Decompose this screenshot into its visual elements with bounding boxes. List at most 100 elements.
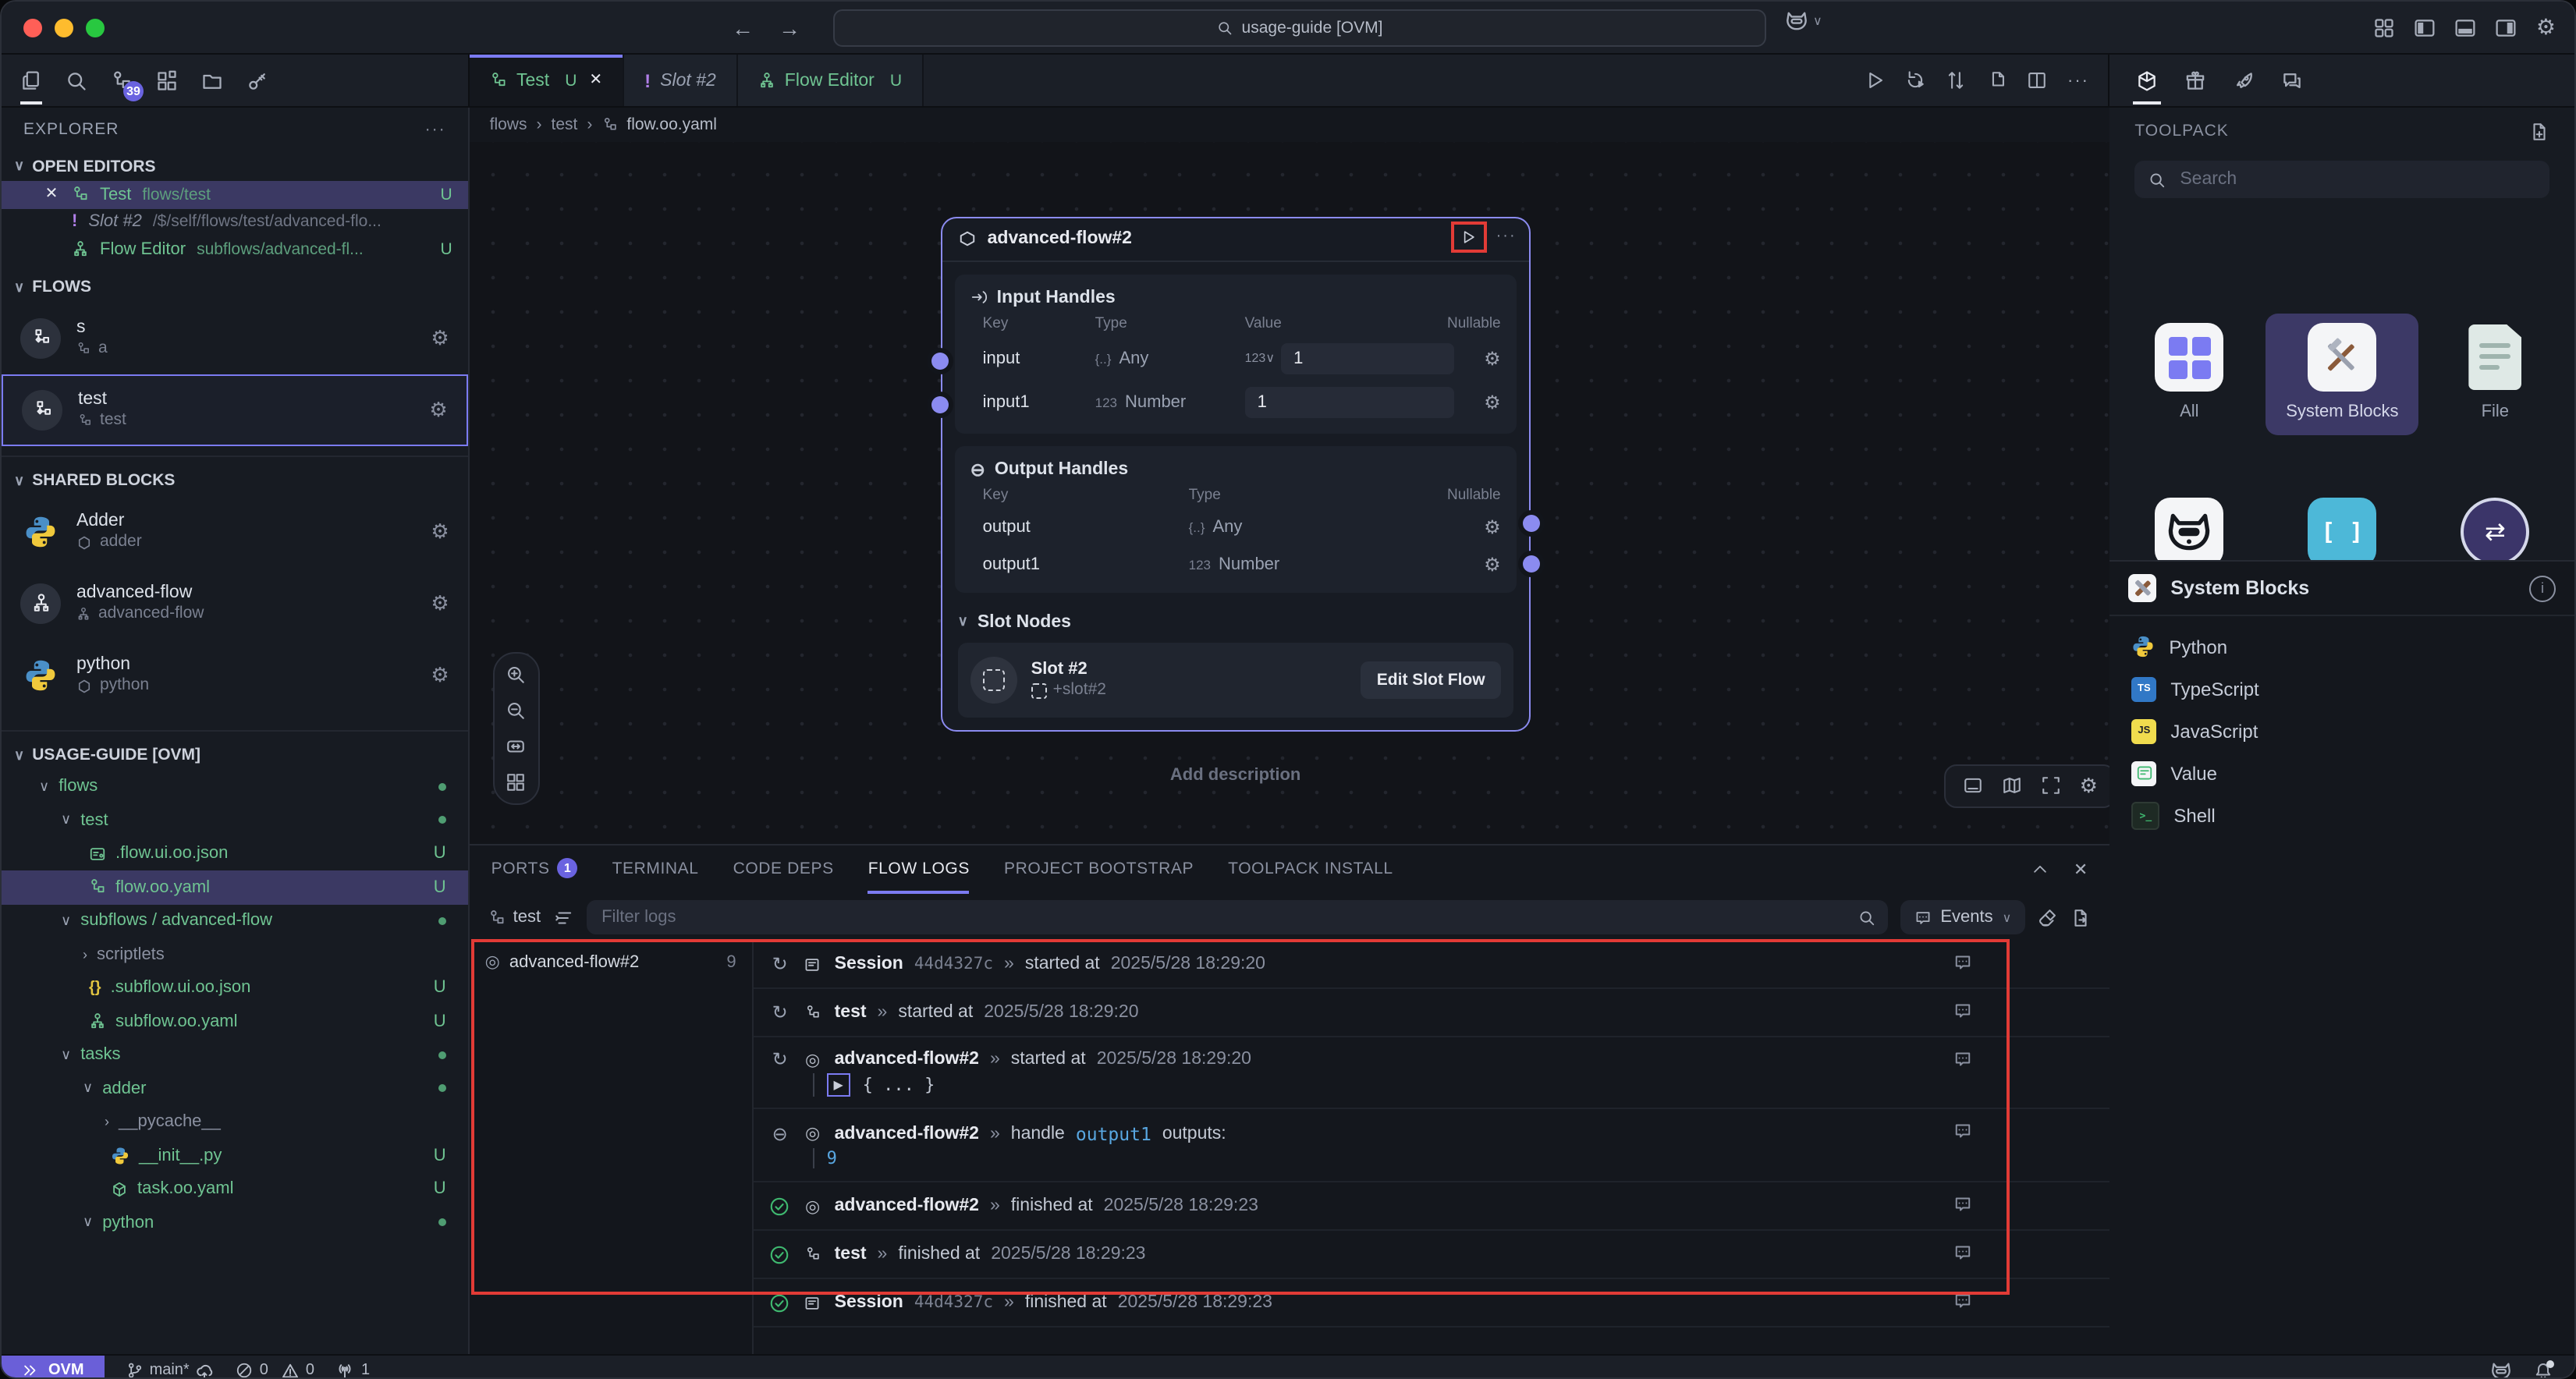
compare-icon[interactable] <box>1946 70 1966 90</box>
run-node-icon[interactable] <box>1461 229 1477 245</box>
input-handle-dot[interactable] <box>931 353 949 370</box>
block-javascript[interactable]: JS JavaScript <box>2109 710 2574 752</box>
expand-icon[interactable]: ▶ <box>827 1074 850 1097</box>
tree-folder-test[interactable]: ∨test <box>2 803 468 837</box>
breadcrumb[interactable]: flows› test› flow.oo.yaml <box>470 108 2110 142</box>
tree-folder-python[interactable]: ∨python <box>2 1206 468 1239</box>
tree-folder-scriptlets[interactable]: ›scriptlets <box>2 938 468 971</box>
log-row[interactable]: test » finished at 2025/5/28 18:29:23 <box>754 1232 2110 1280</box>
gear-icon[interactable]: ⚙ <box>431 325 449 350</box>
toolpack-search-input[interactable] <box>2177 168 2535 190</box>
tree-file-subflow-yaml[interactable]: subflow.oo.yamlU <box>2 1005 468 1038</box>
close-icon[interactable]: ✕ <box>42 186 61 204</box>
log-group-row[interactable]: ◎ advanced-flow#2 9 <box>470 952 752 973</box>
log-scope[interactable]: test <box>488 909 541 927</box>
maximize-panel-icon[interactable] <box>2031 862 2049 879</box>
panel-tab-code-deps[interactable]: CODE DEPS <box>733 846 834 895</box>
shared-block-advanced-flow[interactable]: advanced-flow advanced-flow ⚙ <box>2 567 468 639</box>
toggle-panel-icon[interactable] <box>1963 776 1983 796</box>
explorer-activity-icon[interactable] <box>20 69 42 91</box>
shared-block-python[interactable]: python python ⚙ <box>2 639 468 711</box>
comment-icon[interactable] <box>1953 1244 1972 1263</box>
edit-slot-flow-button[interactable]: Edit Slot Flow <box>1361 661 1501 699</box>
panel-tab-toolpack-install[interactable]: TOOLPACK INSTALL <box>1228 846 1393 895</box>
events-dropdown[interactable]: Events ∨ <box>1900 901 2025 935</box>
blocks-activity-icon[interactable] <box>156 69 178 91</box>
open-editor-test[interactable]: ✕ Test flows/test U <box>2 181 468 208</box>
chevron-down-icon[interactable]: ∨ <box>958 614 968 631</box>
value-input[interactable]: 1 <box>1245 387 1454 418</box>
block-shell[interactable]: >_ Shell <box>2109 794 2574 836</box>
gear-icon[interactable]: ⚙ <box>1454 516 1501 538</box>
minimize-window-icon[interactable] <box>55 19 73 37</box>
flows-header[interactable]: ∨ FLOWS <box>2 272 468 302</box>
toggle-panel-icon[interactable] <box>2455 16 2477 38</box>
rerun-icon[interactable] <box>1905 70 1925 90</box>
run-flow-icon[interactable] <box>1865 70 1885 90</box>
project-header[interactable]: ∨ USAGE-GUIDE [OVM] <box>2 740 468 770</box>
tab-test[interactable]: Test U ✕ <box>470 55 624 106</box>
category-all[interactable]: All <box>2113 323 2266 423</box>
tree-folder-flows[interactable]: ∨flows <box>2 770 468 803</box>
gear-icon[interactable]: ⚙ <box>2080 774 2098 799</box>
fox-icon[interactable] <box>2490 1361 2512 1379</box>
gear-icon[interactable]: ⚙ <box>429 397 447 422</box>
close-window-icon[interactable] <box>23 19 42 37</box>
comment-icon[interactable] <box>1953 1196 1972 1214</box>
flow-card-test[interactable]: test test ⚙ <box>2 374 468 445</box>
block-python[interactable]: Python <box>2109 626 2574 668</box>
rocket-icon[interactable] <box>2233 69 2255 91</box>
folder-activity-icon[interactable] <box>201 69 223 91</box>
fit-view-icon[interactable] <box>506 736 527 757</box>
auto-layout-icon[interactable] <box>506 772 527 792</box>
comment-icon[interactable] <box>1953 1051 1972 1069</box>
input-handle-dot[interactable] <box>931 396 949 413</box>
value-input[interactable]: 1 <box>1281 343 1454 374</box>
clear-logs-icon[interactable] <box>2038 908 2058 928</box>
notifications-bell-icon[interactable] <box>2534 1361 2553 1379</box>
tree-file-task-yaml[interactable]: task.oo.yamlU <box>2 1172 468 1206</box>
node-advanced-flow-2[interactable]: advanced-flow#2 ··· <box>941 217 1531 732</box>
shared-block-adder[interactable]: Adder adder ⚙ <box>2 495 468 567</box>
tree-file-init-py[interactable]: __init__.pyU <box>2 1139 468 1172</box>
panel-tab-project-bootstrap[interactable]: PROJECT BOOTSTRAP <box>1004 846 1194 895</box>
chat-icon[interactable] <box>2281 69 2303 91</box>
open-editor-slot-2[interactable]: · ! Slot #2 /$/self/flows/test/advanced-… <box>2 208 468 236</box>
command-center[interactable]: usage-guide [OVM] <box>833 9 1766 47</box>
macos-traffic-lights[interactable] <box>23 19 105 37</box>
fullscreen-icon[interactable] <box>2041 776 2061 796</box>
gift-icon[interactable] <box>2184 69 2206 91</box>
tree-file-subflow-ui-json[interactable]: {} .subflow.ui.oo.jsonU <box>2 971 468 1005</box>
zoom-out-icon[interactable] <box>506 700 527 721</box>
log-level-icon[interactable] <box>553 908 573 928</box>
log-row[interactable]: ↻ ◎ advanced-flow#2 » started at 2025/5/… <box>754 1038 2110 1110</box>
gear-icon[interactable]: ⚙ <box>431 519 449 544</box>
log-row[interactable]: ↻ test » started at 2025/5/28 18:29:20 <box>754 990 2110 1038</box>
log-row[interactable]: ◎ advanced-flow#2 » finished at 2025/5/2… <box>754 1183 2110 1232</box>
gear-icon[interactable]: ⚙ <box>1454 554 1501 576</box>
tab-flow-editor[interactable]: Flow Editor U <box>738 55 924 106</box>
toggle-left-sidebar-icon[interactable] <box>2415 16 2436 38</box>
ports-status[interactable]: 1 <box>336 1361 370 1379</box>
explorer-more-icon[interactable]: ··· <box>425 120 446 139</box>
copy-file-icon[interactable] <box>1986 70 2007 90</box>
comment-icon[interactable] <box>1953 1292 1972 1311</box>
toggle-right-sidebar-icon[interactable] <box>2496 16 2517 38</box>
comment-icon[interactable] <box>1953 1002 1972 1021</box>
secrets-key-icon[interactable] <box>247 69 268 91</box>
tree-folder-pycache[interactable]: ›__pycache__ <box>2 1105 468 1139</box>
log-row[interactable]: ↻ Session 44d4327c » started at 2025/5/2… <box>754 941 2110 990</box>
comment-icon[interactable] <box>1953 954 1972 973</box>
open-editors-header[interactable]: ∨ OPEN EDITORS <box>2 151 468 181</box>
tree-folder-tasks[interactable]: ∨tasks <box>2 1038 468 1072</box>
gear-icon[interactable]: ⚙ <box>431 662 449 687</box>
new-toolpack-icon[interactable] <box>2529 121 2549 141</box>
output-handle-dot[interactable] <box>1523 515 1540 532</box>
open-editor-flow-editor[interactable]: · Flow Editor subflows/advanced-fl... U <box>2 236 468 263</box>
slot-card[interactable]: Slot #2 +slot#2 Edit Slot Flow <box>958 643 1513 718</box>
gear-icon[interactable]: ⚙ <box>1454 392 1501 413</box>
search-activity-icon[interactable] <box>66 69 87 91</box>
tab-slot-2[interactable]: ! Slot #2 <box>624 55 738 106</box>
filter-logs-input[interactable] <box>598 907 1848 929</box>
category-system-blocks[interactable]: System Blocks <box>2266 314 2418 435</box>
